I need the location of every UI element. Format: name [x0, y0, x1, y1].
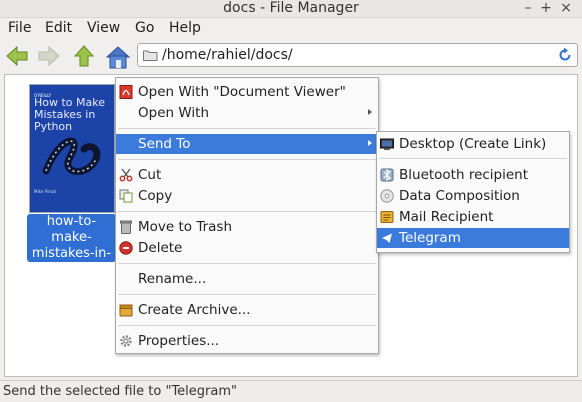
submenu-arrow-icon: [368, 109, 372, 115]
menu-separator: [118, 294, 376, 295]
menu-separator: [118, 325, 376, 326]
back-arrow-icon: [6, 45, 28, 67]
file-name-line: mistakes-in-: [31, 246, 112, 261]
menu-edit[interactable]: Edit: [45, 20, 72, 36]
delete-icon: [119, 241, 133, 255]
scissors-icon: [119, 168, 133, 182]
location-bar[interactable]: /home/rahiel/docs/: [137, 43, 578, 67]
send-to-desktop[interactable]: Desktop (Create Link): [377, 134, 569, 154]
menu-item-label: Properties...: [138, 333, 220, 349]
file-name-label[interactable]: how-to-make- mistakes-in- python.pdf: [27, 214, 116, 277]
menu-separator: [118, 128, 376, 129]
window-title: docs - File Manager: [223, 0, 359, 16]
menu-item-label: Rename...: [138, 271, 207, 287]
submenu-arrow-icon: [368, 140, 372, 146]
home-button[interactable]: [104, 43, 132, 69]
document-viewer-icon: [119, 85, 133, 99]
menu-separator: [118, 263, 376, 264]
folder-icon: [143, 50, 158, 61]
send-to-mail[interactable]: Mail Recipient: [377, 207, 569, 227]
menu-item-label: Create Archive...: [138, 302, 251, 318]
refresh-icon[interactable]: [557, 47, 573, 63]
menu-item-label: Open With: [138, 105, 210, 121]
menu-item-label: Telegram: [399, 230, 461, 246]
menu-item-label: Mail Recipient: [399, 209, 494, 225]
menu-item-open-with[interactable]: Open With: [116, 103, 378, 123]
menu-item-open-with-default[interactable]: Open With "Document Viewer": [116, 82, 378, 102]
menu-separator: [118, 211, 376, 212]
menu-item-label: Cut: [138, 167, 162, 183]
send-to-bluetooth[interactable]: Bluetooth recipient: [377, 165, 569, 185]
context-menu: Open With "Document Viewer" Open With Se…: [115, 77, 379, 354]
send-to-submenu: Desktop (Create Link) Bluetooth recipien…: [376, 131, 570, 253]
trash-icon: [120, 220, 132, 234]
forward-arrow-icon: [38, 45, 60, 67]
cover-author: Mike Pirnat: [34, 189, 57, 194]
menu-item-delete[interactable]: Delete: [116, 238, 378, 258]
title-bar: docs - File Manager – + ×: [0, 0, 582, 18]
menu-item-move-to-trash[interactable]: Move to Trash: [116, 217, 378, 237]
home-icon: [105, 46, 131, 69]
menu-item-copy[interactable]: Copy: [116, 186, 378, 206]
menu-item-rename[interactable]: Rename...: [116, 269, 378, 289]
back-button[interactable]: [4, 43, 32, 69]
minimize-button[interactable]: –: [519, 0, 537, 17]
menu-item-create-archive[interactable]: Create Archive...: [116, 300, 378, 320]
status-text: Send the selected file to "Telegram": [3, 384, 237, 399]
menu-item-label: Send To: [138, 136, 191, 152]
maximize-button[interactable]: +: [537, 0, 555, 17]
menu-bar: File Edit View Go Help: [0, 18, 582, 40]
copy-icon: [119, 189, 133, 203]
menu-view[interactable]: View: [87, 20, 120, 36]
menu-go[interactable]: Go: [135, 20, 154, 36]
forward-button[interactable]: [36, 43, 64, 69]
desktop-icon: [380, 138, 394, 150]
mail-icon: [380, 211, 394, 223]
menu-item-properties[interactable]: Properties...: [116, 331, 378, 351]
menu-separator: [118, 159, 376, 160]
disc-icon: [380, 189, 394, 203]
send-to-telegram[interactable]: Telegram: [377, 228, 569, 248]
menu-item-cut[interactable]: Cut: [116, 165, 378, 185]
file-name-line: how-to-make-: [46, 214, 97, 245]
menu-item-label: Copy: [138, 188, 173, 204]
status-bar: Send the selected file to "Telegram": [0, 380, 582, 402]
telegram-icon: [382, 233, 392, 243]
menu-item-label: Desktop (Create Link): [399, 136, 547, 152]
file-thumbnail[interactable]: O'REILLY How to Make Mistakes in Python …: [30, 85, 114, 212]
location-path: /home/rahiel/docs/: [162, 47, 293, 63]
close-button[interactable]: ×: [557, 0, 575, 17]
up-arrow-icon: [73, 45, 95, 67]
menu-separator: [379, 158, 567, 159]
menu-item-label: Open With "Document Viewer": [138, 84, 346, 100]
file-name-line: python.pdf: [36, 262, 107, 277]
send-to-data-composition[interactable]: Data Composition: [377, 186, 569, 206]
gear-icon: [120, 335, 132, 347]
menu-item-label: Delete: [138, 240, 183, 256]
menu-item-label: Bluetooth recipient: [399, 167, 529, 183]
bluetooth-icon: [380, 168, 394, 182]
menu-item-label: Data Composition: [399, 188, 520, 204]
menu-help[interactable]: Help: [169, 20, 201, 36]
menu-file[interactable]: File: [8, 20, 31, 36]
menu-item-label: Move to Trash: [138, 219, 233, 235]
menu-item-send-to[interactable]: Send To: [116, 134, 378, 154]
archive-icon: [119, 304, 133, 317]
snake-illustration: [42, 137, 101, 175]
up-button[interactable]: [71, 43, 99, 69]
